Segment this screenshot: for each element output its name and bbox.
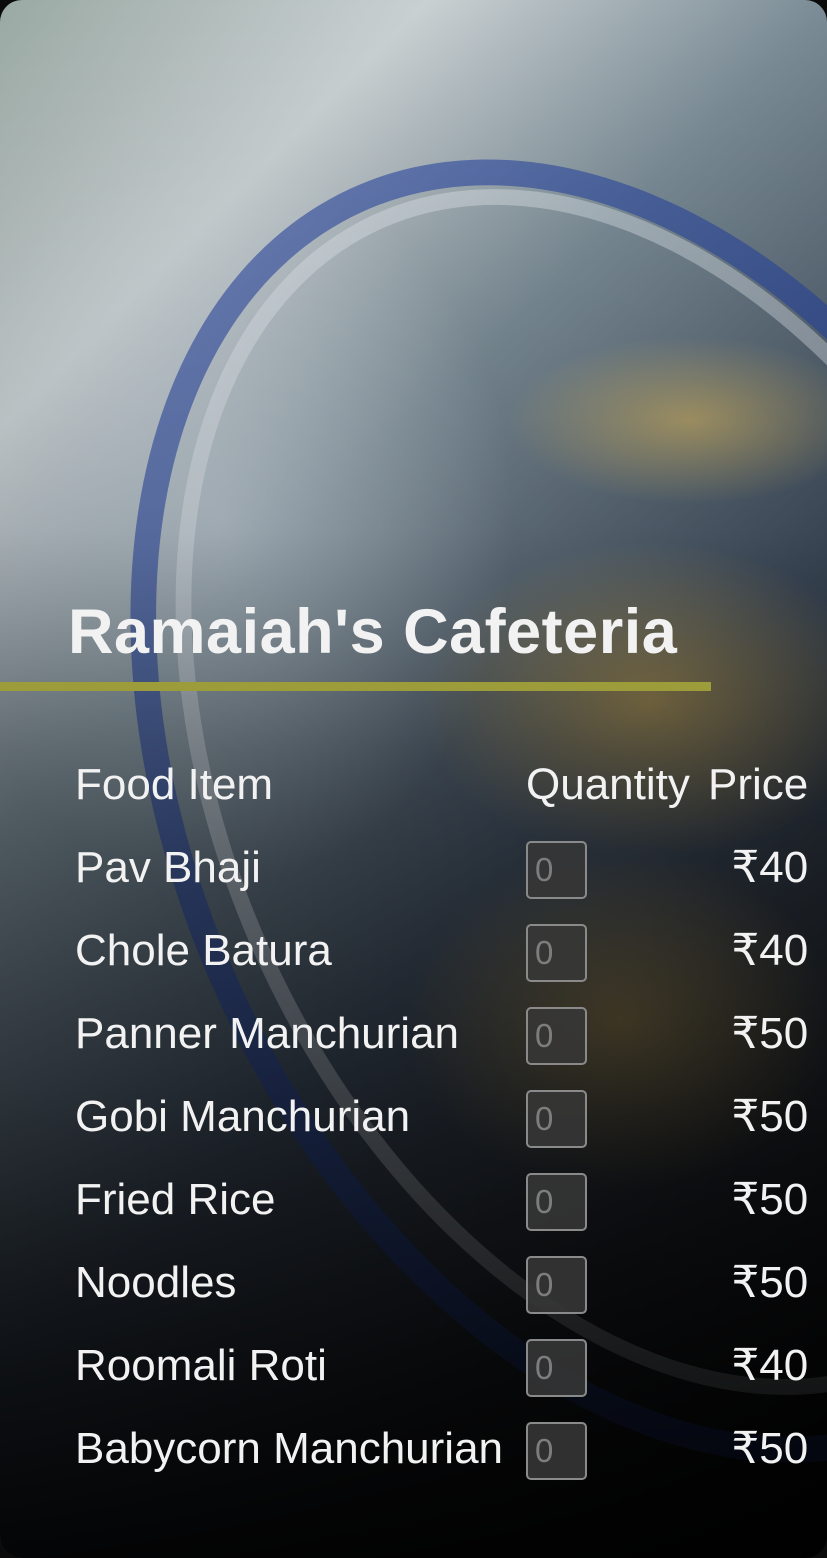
table-row: Babycorn Manchurian ₹50: [68, 1407, 808, 1490]
food-item-name: Chole Batura: [75, 926, 332, 975]
price-cell: ₹50: [731, 1092, 809, 1141]
menu-card: Ramaiah's Cafeteria Food Item Quantity P…: [0, 0, 827, 1558]
food-item-name: Pav Bhaji: [75, 843, 261, 892]
quantity-cell: [519, 826, 701, 909]
quantity-input[interactable]: [526, 1007, 587, 1066]
table-row: Noodles ₹50: [68, 1241, 808, 1324]
quantity-input[interactable]: [526, 1339, 587, 1398]
page-title: Ramaiah's Cafeteria: [68, 597, 678, 667]
header-food-item: Food Item: [75, 760, 274, 809]
price-cell: ₹40: [731, 843, 809, 892]
quantity-input[interactable]: [526, 924, 587, 983]
quantity-cell: [519, 992, 701, 1075]
quantity-cell: [519, 1324, 701, 1407]
price-cell: ₹50: [731, 1175, 809, 1224]
table-row: Panner Manchurian ₹50: [68, 992, 808, 1075]
food-item-name: Roomali Roti: [75, 1341, 327, 1390]
quantity-cell: [519, 909, 701, 992]
table-row: Fried Rice ₹50: [68, 1158, 808, 1241]
quantity-input[interactable]: [526, 1173, 587, 1232]
quantity-cell: [519, 1407, 701, 1490]
price-cell: ₹50: [731, 1009, 809, 1058]
table-header-row: Food Item Quantity Price: [68, 743, 808, 826]
header-price: Price: [708, 760, 809, 809]
menu-table: Food Item Quantity Price Pav Bhaji ₹40 C…: [68, 743, 808, 1490]
price-cell: ₹50: [731, 1424, 809, 1473]
food-item-name: Fried Rice: [75, 1175, 276, 1224]
header-quantity: Quantity: [526, 760, 690, 809]
price-cell: ₹40: [731, 1341, 809, 1390]
price-cell: ₹40: [731, 926, 809, 975]
food-item-name: Noodles: [75, 1258, 237, 1307]
table-row: Gobi Manchurian ₹50: [68, 1075, 808, 1158]
menu-content: Ramaiah's Cafeteria Food Item Quantity P…: [0, 0, 827, 1558]
table-row: Pav Bhaji ₹40: [68, 826, 808, 909]
price-cell: ₹50: [731, 1258, 809, 1307]
quantity-input[interactable]: [526, 1090, 587, 1149]
table-row: Roomali Roti ₹40: [68, 1324, 808, 1407]
quantity-input[interactable]: [526, 841, 587, 900]
food-item-name: Babycorn Manchurian: [75, 1424, 504, 1473]
table-row: Chole Batura ₹40: [68, 909, 808, 992]
quantity-input[interactable]: [526, 1256, 587, 1315]
title-underline: [0, 682, 711, 691]
quantity-input[interactable]: [526, 1422, 587, 1481]
quantity-cell: [519, 1241, 701, 1324]
quantity-cell: [519, 1158, 701, 1241]
food-item-name: Gobi Manchurian: [75, 1092, 411, 1141]
quantity-cell: [519, 1075, 701, 1158]
food-item-name: Panner Manchurian: [75, 1009, 460, 1058]
